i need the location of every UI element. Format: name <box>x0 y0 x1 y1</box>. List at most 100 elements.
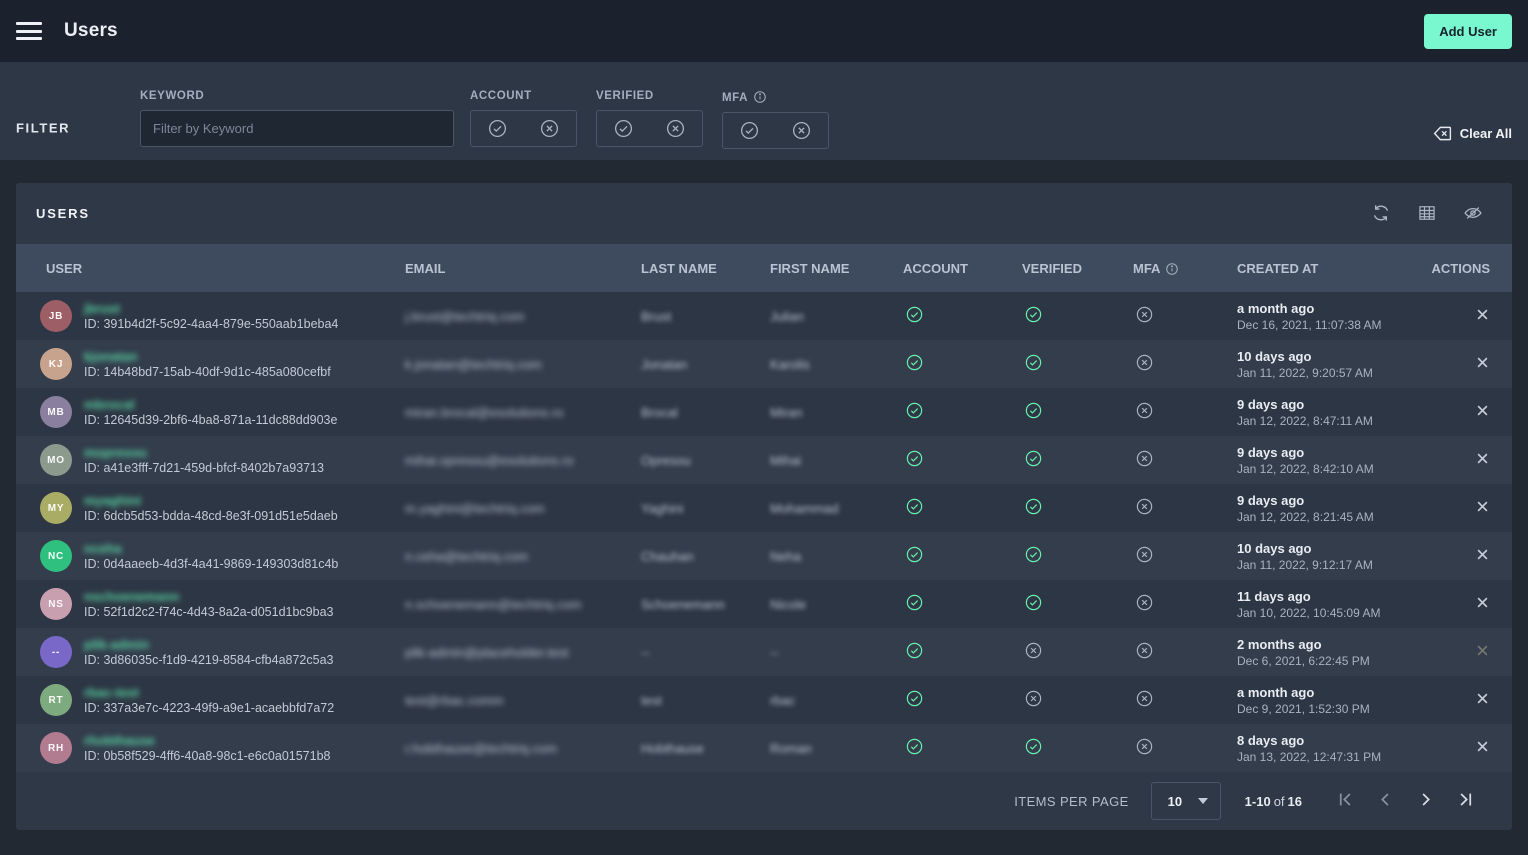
add-user-button[interactable]: Add User <box>1424 14 1512 49</box>
clear-all-button[interactable]: Clear All <box>1432 115 1512 152</box>
check-circle-icon <box>905 353 924 372</box>
keyword-label: KEYWORD <box>140 90 454 102</box>
delete-x-icon <box>1475 691 1490 706</box>
x-circle-icon <box>1135 401 1154 420</box>
account-status-icon <box>905 305 924 324</box>
x-circle-icon <box>1135 593 1154 612</box>
user-id: ID: 391b4d2f-5c92-4aa4-879e-550aab1beba4 <box>84 317 338 331</box>
table-row: NS nschoenemann ID: 52f1d2c2-f74c-4d43-8… <box>16 580 1512 628</box>
user-last-name: Opresou <box>641 453 770 468</box>
last-page-button[interactable] <box>1452 788 1478 814</box>
user-name[interactable]: rbac-test <box>84 685 334 700</box>
col-header-email[interactable]: EMAIL <box>405 261 641 276</box>
user-email: plik-admin@placeholder.test <box>405 645 641 660</box>
chevron-right-icon <box>1416 790 1435 809</box>
col-header-created-at[interactable]: CREATED AT <box>1237 261 1425 276</box>
col-header-user[interactable]: USER <box>16 261 405 276</box>
col-header-account[interactable]: ACCOUNT <box>903 261 1022 276</box>
col-header-first-name[interactable]: FIRST NAME <box>770 261 903 276</box>
verified-status-icon <box>1024 593 1043 612</box>
users-admin-page: Users Add User FILTER KEYWORD ACCOUNT VE… <box>0 0 1528 855</box>
delete-user-button[interactable] <box>1473 545 1492 567</box>
x-circle-icon <box>1024 641 1043 660</box>
created-relative: 9 days ago <box>1237 445 1425 460</box>
delete-x-icon <box>1475 739 1490 754</box>
info-icon[interactable] <box>1165 262 1179 276</box>
user-last-name: test <box>641 693 770 708</box>
created-relative: 2 months ago <box>1237 637 1425 652</box>
x-circle-icon <box>1135 737 1154 756</box>
next-page-button[interactable] <box>1412 788 1438 814</box>
created-absolute: Jan 12, 2022, 8:47:11 AM <box>1237 414 1425 428</box>
delete-user-button[interactable] <box>1473 497 1492 519</box>
mfa-status-icon <box>1135 689 1154 708</box>
eye-off-icon[interactable] <box>1462 203 1484 225</box>
user-name[interactable]: nceha <box>84 541 338 556</box>
verified-status-icon <box>1024 497 1043 516</box>
user-name[interactable]: nschoenemann <box>84 589 334 604</box>
x-circle-icon <box>1135 497 1154 516</box>
mfa-filter-no-button[interactable] <box>788 117 816 145</box>
table-row: JB jbrust ID: 391b4d2f-5c92-4aa4-879e-55… <box>16 292 1512 340</box>
account-filter-no-button[interactable] <box>536 115 564 143</box>
verified-filter: VERIFIED <box>596 90 703 147</box>
user-first-name: Nicole <box>770 597 903 612</box>
previous-page-button[interactable] <box>1372 788 1398 814</box>
hamburger-menu-icon[interactable] <box>16 22 42 40</box>
user-name[interactable]: mopresou <box>84 445 324 460</box>
first-page-button[interactable] <box>1332 788 1358 814</box>
refresh-icon[interactable] <box>1370 203 1392 225</box>
delete-user-button[interactable] <box>1473 353 1492 375</box>
x-circle-icon <box>791 120 812 141</box>
pagination-controls <box>1332 788 1478 814</box>
delete-user-button[interactable] <box>1473 305 1492 327</box>
col-header-verified[interactable]: VERIFIED <box>1022 261 1133 276</box>
delete-user-button[interactable] <box>1473 689 1492 711</box>
delete-user-button[interactable] <box>1473 737 1492 759</box>
delete-user-button[interactable] <box>1473 449 1492 471</box>
user-id: ID: 0b58f529-4ff6-40a8-98c1-e6c0a01571b8 <box>84 749 331 763</box>
col-header-mfa[interactable]: MFA <box>1133 261 1160 276</box>
mfa-status-icon <box>1135 497 1154 516</box>
account-status-icon <box>905 641 924 660</box>
verified-status-icon <box>1024 353 1043 372</box>
delete-user-button[interactable] <box>1473 401 1492 423</box>
user-name[interactable]: kjonatan <box>84 349 331 364</box>
x-circle-icon <box>1135 545 1154 564</box>
mfa-filter-yes-button[interactable] <box>735 117 763 145</box>
info-icon[interactable] <box>753 90 767 104</box>
user-first-name: rbac <box>770 693 903 708</box>
delete-user-button[interactable] <box>1473 641 1492 663</box>
table-row: MY myaghini ID: 6dcb5d53-bdda-48cd-8e3f-… <box>16 484 1512 532</box>
user-name[interactable]: jbrust <box>84 301 338 316</box>
filter-bar: FILTER KEYWORD ACCOUNT VERIFIED <box>0 62 1528 160</box>
verified-filter-yes-button[interactable] <box>609 115 637 143</box>
created-relative: a month ago <box>1237 301 1425 316</box>
user-name[interactable]: plik-admin <box>84 637 334 652</box>
table-row: RT rbac-test ID: 337a3e7c-4223-49f9-a9e1… <box>16 676 1512 724</box>
user-name[interactable]: myaghini <box>84 493 338 508</box>
mfa-status-icon <box>1135 593 1154 612</box>
column-picker-icon[interactable] <box>1416 203 1438 225</box>
x-circle-icon <box>1135 449 1154 468</box>
user-email: test@rbac.comm <box>405 693 641 708</box>
user-last-name: Brocal <box>641 405 770 420</box>
mfa-filter-toggle <box>722 112 829 149</box>
delete-user-button[interactable] <box>1473 593 1492 615</box>
pagination-bar: ITEMS PER PAGE 10 1-10of16 <box>16 772 1512 830</box>
created-absolute: Jan 13, 2022, 12:47:31 PM <box>1237 750 1425 764</box>
mfa-status-icon <box>1135 353 1154 372</box>
col-header-last-name[interactable]: LAST NAME <box>641 261 770 276</box>
account-status-icon <box>905 545 924 564</box>
user-name[interactable]: mbrocal <box>84 397 337 412</box>
keyword-input[interactable] <box>140 110 454 147</box>
page-size-select[interactable]: 10 <box>1151 782 1221 820</box>
verified-filter-no-button[interactable] <box>662 115 690 143</box>
user-name[interactable]: rhobthause <box>84 733 331 748</box>
user-first-name: -- <box>770 645 903 660</box>
x-circle-icon <box>1135 689 1154 708</box>
account-filter-yes-button[interactable] <box>483 115 511 143</box>
col-header-actions: ACTIONS <box>1425 261 1512 276</box>
account-status-icon <box>905 497 924 516</box>
account-filter: ACCOUNT <box>470 90 577 147</box>
